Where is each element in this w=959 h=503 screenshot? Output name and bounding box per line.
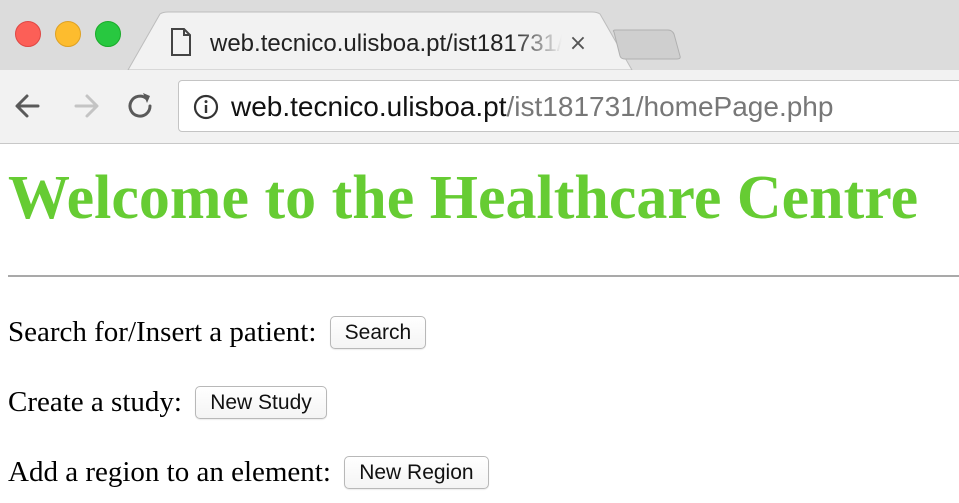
search-button[interactable]: Search xyxy=(329,315,427,349)
info-icon[interactable] xyxy=(193,94,219,120)
browser-toolbar: web.tecnico.ulisboa.pt/ist181731/homePag… xyxy=(0,70,959,144)
browser-tab-strip: web.tecnico.ulisboa.pt/ist181731/homePag… xyxy=(0,0,959,70)
new-study-button[interactable]: New Study xyxy=(195,385,327,419)
url-path: /ist181731/homePage.php xyxy=(506,91,834,122)
forward-arrow-icon[interactable] xyxy=(68,88,104,124)
new-tab-button[interactable] xyxy=(612,29,681,60)
tab-title: web.tecnico.ulisboa.pt/ist181731/homePag… xyxy=(210,30,562,57)
create-study-label: Create a study: xyxy=(8,386,182,419)
address-url: web.tecnico.ulisboa.pt/ist181731/homePag… xyxy=(231,89,833,125)
add-region-label: Add a region to an element: xyxy=(8,456,331,489)
search-patient-row: Search for/Insert a patient: Search xyxy=(8,312,427,349)
create-study-row: Create a study: New Study xyxy=(8,382,327,419)
tab-close-icon[interactable]: × xyxy=(566,28,590,60)
horizontal-divider xyxy=(8,275,959,277)
url-host: web.tecnico.ulisboa.pt xyxy=(231,91,507,122)
page-content: Welcome to the Healthcare Centre Search … xyxy=(0,144,959,503)
page-heading: Welcome to the Healthcare Centre xyxy=(8,164,919,232)
new-region-button[interactable]: New Region xyxy=(344,455,489,489)
address-bar[interactable]: web.tecnico.ulisboa.pt/ist181731/homePag… xyxy=(178,80,959,132)
search-patient-label: Search for/Insert a patient: xyxy=(8,316,317,349)
document-icon xyxy=(171,28,191,56)
reload-icon[interactable] xyxy=(122,88,158,124)
back-arrow-icon[interactable] xyxy=(10,88,46,124)
add-region-row: Add a region to an element: New Region xyxy=(8,452,489,489)
